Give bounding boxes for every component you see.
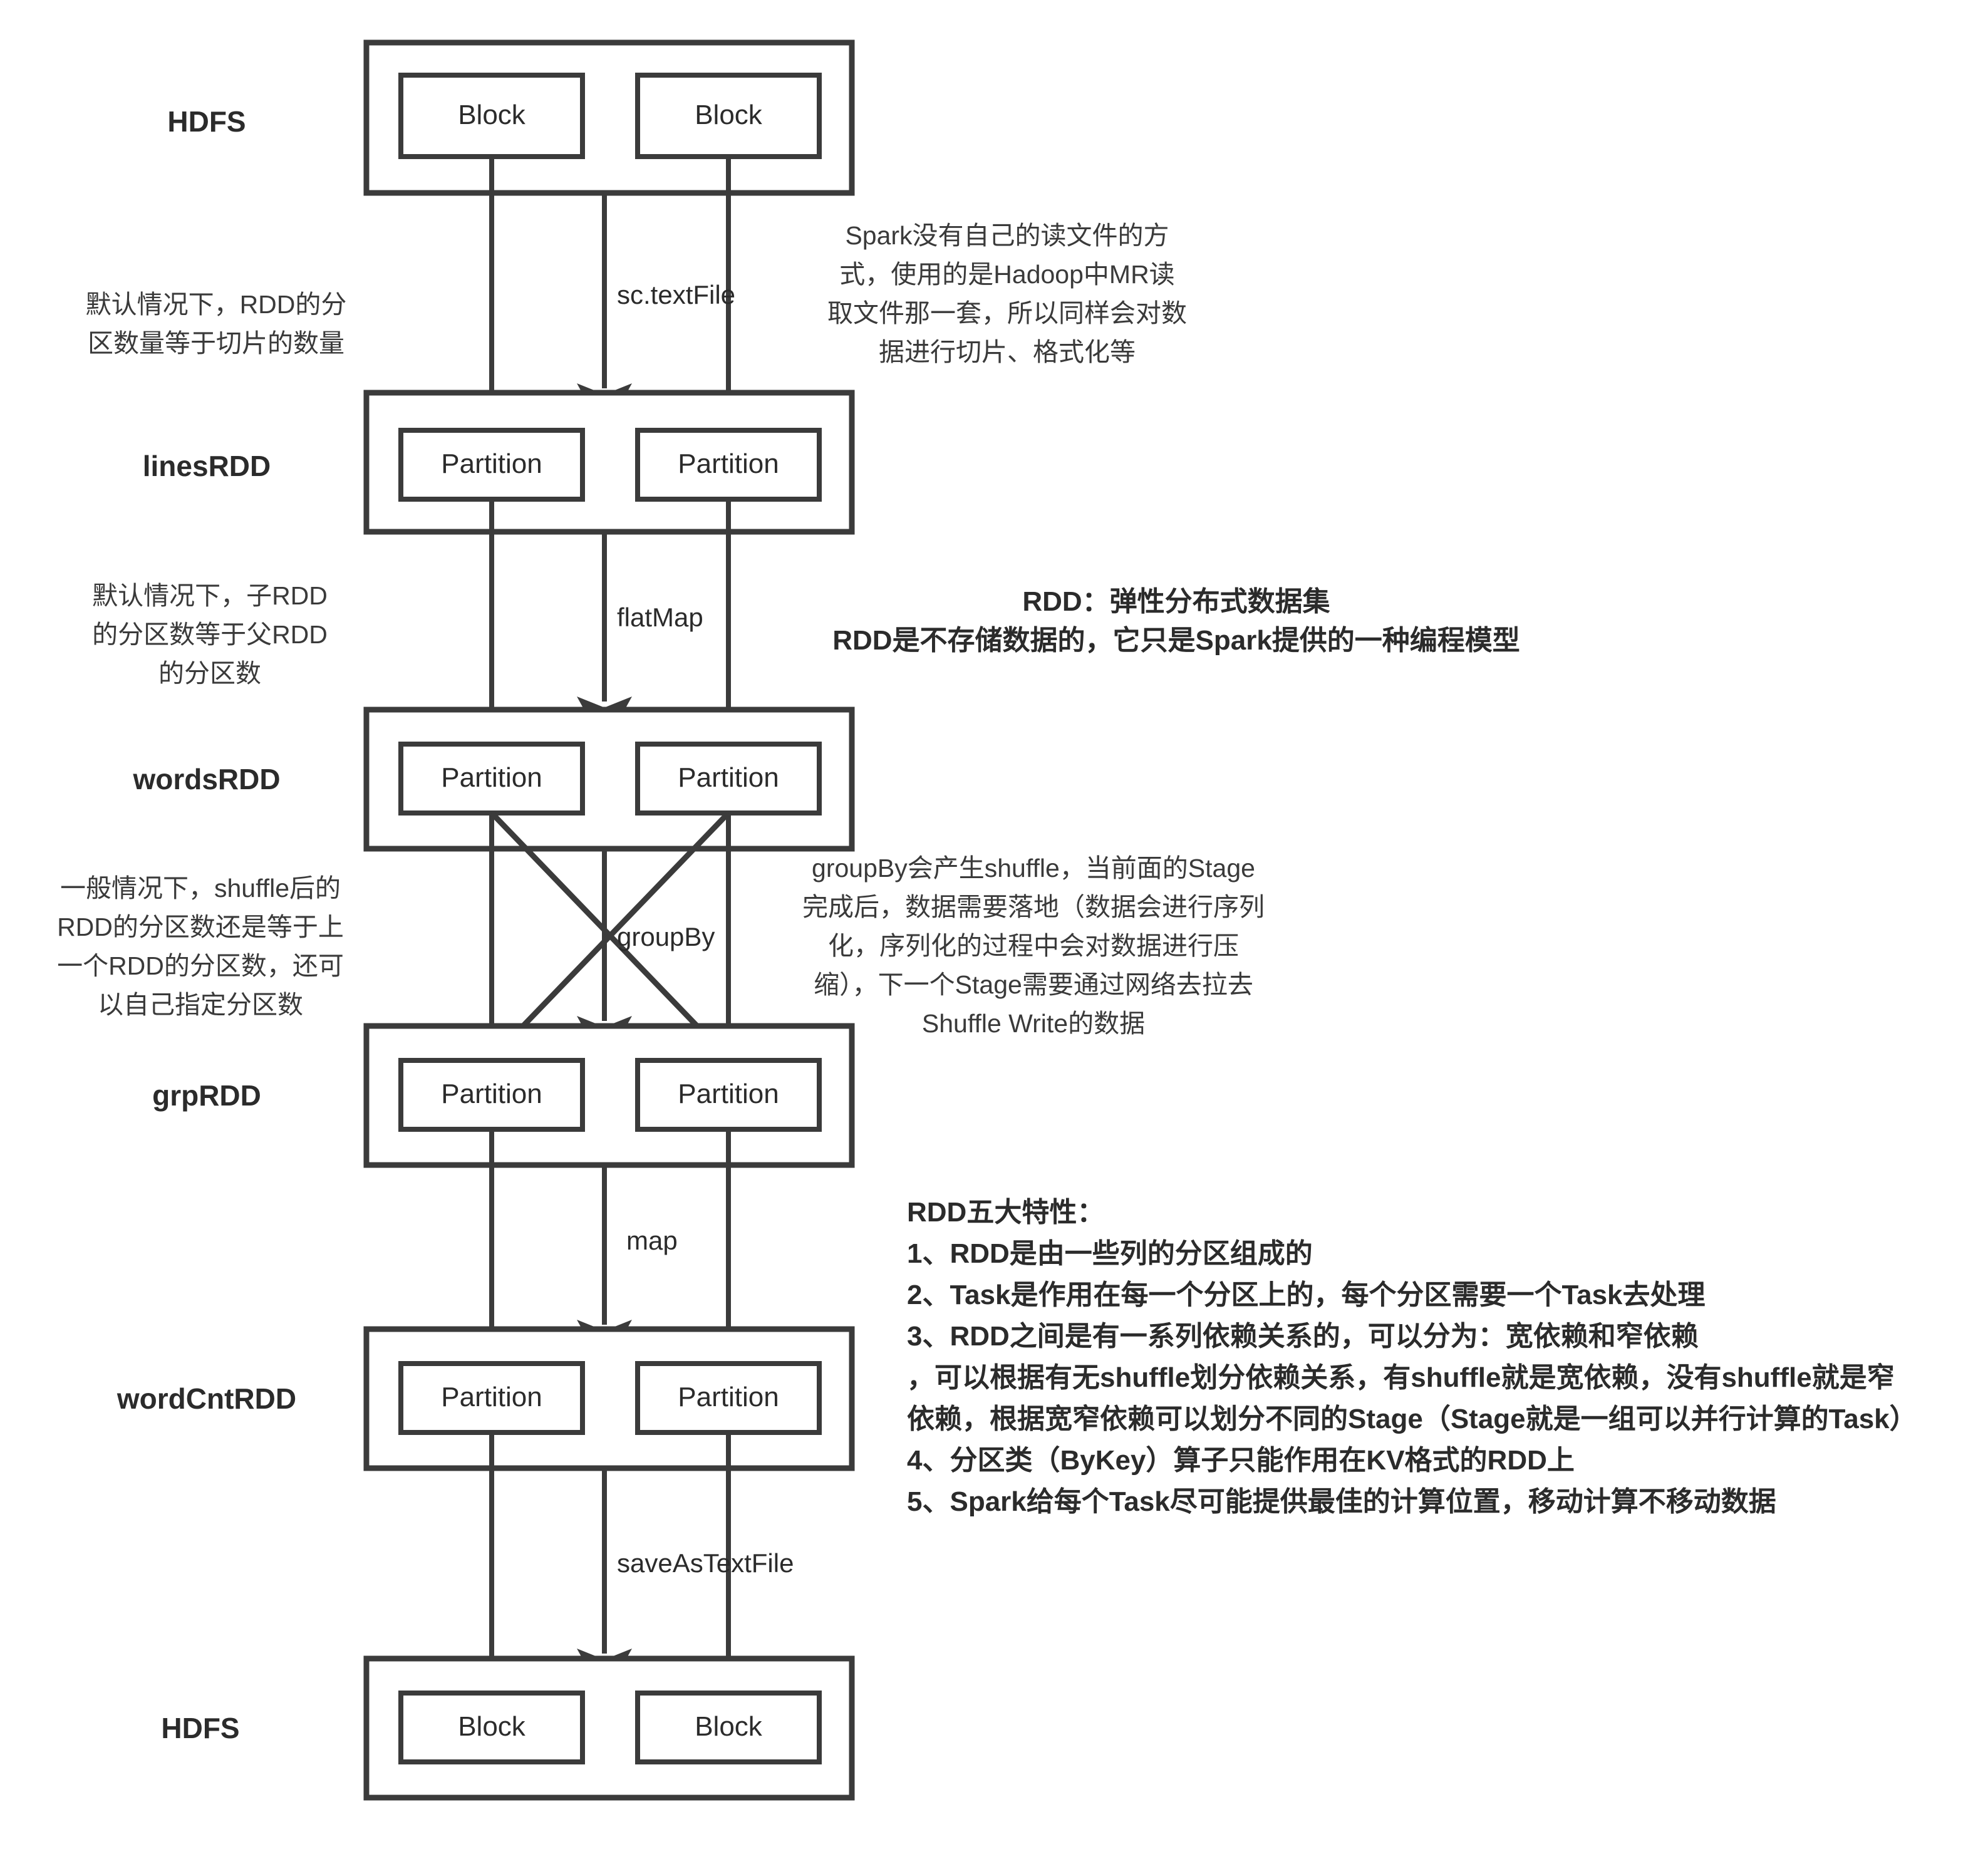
feature-item-1: 1、RDD是由一些列的分区组成的	[907, 1238, 1313, 1269]
row-label-wordcntrdd: wordCntRDD	[116, 1382, 296, 1415]
edge-label-saveastextfile: saveAsTextFile	[617, 1548, 794, 1578]
rdd-definition-body: RDD是不存储数据的，它只是Spark提供的一种编程模型	[832, 625, 1520, 656]
partition-label: Partition	[678, 1079, 779, 1109]
note-line: 以自己指定分区数	[98, 990, 303, 1019]
row-label-hdfs-sink: HDFS	[161, 1712, 239, 1744]
row-label-linesrdd: linesRDD	[143, 450, 271, 482]
note-line: groupBy会产生shuffle，当前面的Stage	[812, 854, 1255, 883]
feature-item-2: 2、Task是作用在每一个分区上的，每个分区需要一个Task去处理	[907, 1280, 1706, 1310]
feature-item-3: 3、RDD之间是有一系列依赖关系的，可以分为：宽依赖和窄依赖	[907, 1320, 1699, 1352]
row-hdfs-sink: Block Block HDFS	[161, 1655, 855, 1801]
row-label-hdfs-source: HDFS	[167, 105, 246, 138]
block-label: Block	[458, 100, 526, 130]
block-label: Block	[458, 1711, 526, 1742]
note-line: 的分区数	[158, 659, 261, 688]
note-line: Spark没有自己的读文件的方	[845, 221, 1169, 250]
partition-label: Partition	[678, 1382, 779, 1412]
row-label-wordsrdd: wordsRDD	[132, 763, 280, 795]
edge-label-sc-textfile: sc.textFile	[617, 280, 735, 309]
note-line: 的分区数等于父RDD	[92, 620, 328, 649]
feature-item-5: 5、Spark给每个Task尽可能提供最佳的计算位置，移动计算不移动数据	[907, 1486, 1776, 1517]
block-label: Block	[695, 1711, 763, 1742]
row-linesrdd: Partition Partition linesRDD	[143, 390, 855, 535]
note-line: 取文件那一套，所以同样会对数	[827, 299, 1187, 328]
block-label: Block	[695, 100, 763, 130]
note-line: Shuffle Write的数据	[922, 1009, 1145, 1038]
note-line: 一般情况下，shuffle后的	[60, 874, 341, 903]
note-left-child-partition: 默认情况下，子RDD 的分区数等于父RDD 的分区数	[92, 581, 328, 688]
note-line: 区数量等于切片的数量	[88, 329, 344, 358]
note-line: 完成后，数据需要落地（数据会进行序列	[802, 893, 1265, 921]
partition-label: Partition	[441, 1079, 542, 1109]
note-right-read-file: Spark没有自己的读文件的方 式，使用的是Hadoop中MR读 取文件那一套，…	[827, 221, 1187, 366]
rdd-definition-title: RDD：弹性分布式数据集	[1022, 586, 1330, 617]
edge-label-map: map	[626, 1226, 678, 1255]
row-grprdd: Partition Partition grpRDD	[152, 1023, 855, 1168]
note-line: RDD的分区数还是等于上	[57, 913, 344, 941]
feature-item-3-cont-a: ，可以根据有无shuffle划分依赖关系，有shuffle就是宽依赖，没有shu…	[907, 1362, 1895, 1393]
partition-label: Partition	[678, 448, 779, 479]
note-right-rdd-definition: RDD：弹性分布式数据集 RDD是不存储数据的，它只是Spark提供的一种编程模…	[832, 586, 1520, 656]
note-right-five-features: RDD五大特性： 1、RDD是由一些列的分区组成的 2、Task是作用在每一个分…	[907, 1197, 1917, 1517]
row-hdfs-source: Block Block HDFS	[167, 39, 855, 196]
partition-label: Partition	[441, 448, 542, 479]
note-line: 式，使用的是Hadoop中MR读	[839, 260, 1174, 289]
edge-saveastextfile: saveAsTextFile	[464, 1432, 794, 1736]
note-line: 缩），下一个Stage需要通过网络去拉去	[814, 970, 1253, 999]
note-right-groupby-shuffle: groupBy会产生shuffle，当前面的Stage 完成后，数据需要落地（数…	[802, 854, 1265, 1038]
note-line: 默认情况下，RDD的分	[86, 290, 347, 319]
note-line: 一个RDD的分区数，还可	[57, 951, 344, 980]
five-features-title: RDD五大特性：	[907, 1197, 1104, 1228]
edge-flatmap: flatMap	[464, 499, 756, 784]
feature-item-4: 4、分区类（ByKey）算子只能作用在KV格式的RDD上	[907, 1445, 1575, 1476]
rdd-lineage-diagram: Block Block HDFS sc.textFile Partition P…	[0, 0, 1988, 1859]
partition-label: Partition	[441, 762, 542, 793]
partition-label: Partition	[678, 762, 779, 793]
edge-sc-textfile: sc.textFile	[464, 157, 756, 471]
diagram-canvas: Block Block HDFS sc.textFile Partition P…	[57, 39, 1917, 1801]
note-left-shuffle-partition: 一般情况下，shuffle后的 RDD的分区数还是等于上 一个RDD的分区数，还…	[57, 874, 344, 1019]
feature-item-3-cont-b: 依赖，根据宽窄依赖可以划分不同的Stage（Stage就是一组可以并行计算的Ta…	[907, 1403, 1917, 1434]
edge-label-groupby: groupBy	[617, 922, 715, 951]
row-wordcntrdd: Partition Partition wordCntRDD	[116, 1326, 855, 1471]
note-left-partition-count: 默认情况下，RDD的分 区数量等于切片的数量	[86, 290, 347, 358]
partition-label: Partition	[441, 1382, 542, 1412]
row-label-grprdd: grpRDD	[152, 1079, 261, 1112]
note-line: 据进行切片、格式化等	[879, 338, 1136, 366]
note-line: 默认情况下，子RDD	[92, 581, 328, 610]
edge-label-flatmap: flatMap	[617, 603, 703, 632]
note-line: 化，序列化的过程中会对数据进行压	[828, 931, 1239, 960]
